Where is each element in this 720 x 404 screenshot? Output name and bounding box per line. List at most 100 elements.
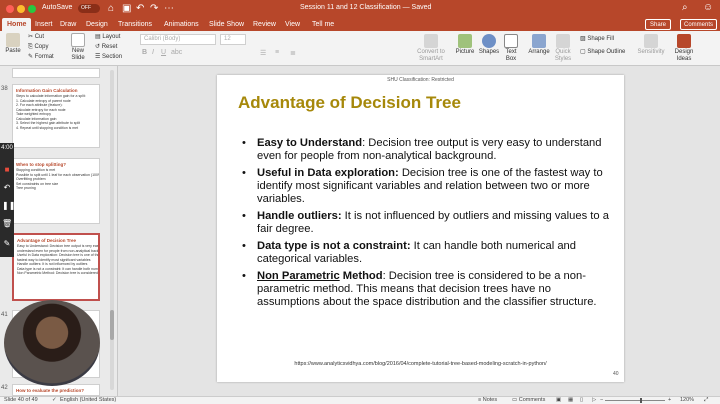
zoom-level[interactable]: 120% xyxy=(680,397,694,404)
record-stop-icon[interactable]: ■ xyxy=(2,165,12,175)
status-bar: Slide 40 of 49 ✓ English (United States)… xyxy=(0,396,720,404)
slide-title[interactable]: Advantage of Decision Tree xyxy=(238,93,461,113)
italic-button[interactable]: I xyxy=(152,49,154,56)
arrange-button[interactable]: Arrange xyxy=(527,34,551,56)
classification-label: SHU Classification: Restricted xyxy=(387,77,454,83)
cut-label: Cut xyxy=(34,34,45,40)
tab-home[interactable]: Home xyxy=(2,18,32,31)
cut-button[interactable]: ✂ Cut xyxy=(28,33,44,41)
smiley-icon[interactable]: ☺ xyxy=(703,2,713,13)
new-slide-button[interactable]: New Slide xyxy=(66,33,90,62)
bullet-item: Easy to Understand: Decision tree output… xyxy=(239,137,609,163)
bullet-term: Handle outliers: xyxy=(257,210,342,222)
search-icon[interactable]: ⌕ xyxy=(682,2,688,13)
thumbnail-scrollbar[interactable] xyxy=(110,70,114,390)
undo-icon[interactable]: ↶ xyxy=(136,2,144,16)
tab-review[interactable]: Review xyxy=(248,18,281,31)
convert-smartart-button[interactable]: Convert to SmartArt xyxy=(412,34,450,63)
arrange-label: Arrange xyxy=(528,49,550,55)
language-status[interactable]: English (United States) xyxy=(60,397,116,404)
pause-icon[interactable]: ❚❚ xyxy=(2,201,15,211)
zoom-slider[interactable] xyxy=(605,400,665,401)
slide[interactable]: SHU Classification: Restricted Advantage… xyxy=(217,75,624,382)
minimize-window-button[interactable] xyxy=(17,5,25,13)
fit-slide-icon[interactable]: ⤢ xyxy=(704,397,708,404)
thumbnail-line: 4. Repeat until stopping condition is me… xyxy=(16,125,79,130)
zoom-slider-knob[interactable] xyxy=(640,398,642,403)
zoom-out-icon[interactable]: − xyxy=(600,397,603,404)
share-button[interactable]: Share xyxy=(645,19,672,30)
font-size-input[interactable]: 12 xyxy=(220,34,246,45)
autosave-toggle[interactable]: OFF xyxy=(78,4,100,13)
shape-fill-button[interactable]: ▨ Shape Fill xyxy=(580,35,614,43)
shape-outline-label: Shape Outline xyxy=(587,49,626,55)
slide-sorter-icon[interactable]: ▦ xyxy=(568,397,573,404)
strikethrough-button[interactable]: abc xyxy=(171,49,182,56)
normal-view-icon[interactable]: ▣ xyxy=(556,397,561,404)
autosave-label: AutoSave xyxy=(42,4,73,11)
reset-button[interactable]: ↺ Reset xyxy=(95,43,117,51)
bullet-item: Data type is not a constraint: It can ha… xyxy=(239,240,609,266)
save-icon[interactable]: ▣ xyxy=(122,2,131,16)
tab-slide-show[interactable]: Slide Show xyxy=(204,18,249,31)
bullet-list[interactable]: Easy to Understand: Decision tree output… xyxy=(239,137,609,313)
layout-button[interactable]: ▤ Layout xyxy=(95,33,120,41)
tab-tell-me[interactable]: Tell me xyxy=(307,18,339,31)
align-icon[interactable]: ≣ xyxy=(290,49,296,57)
clipboard-icon xyxy=(6,33,20,47)
thumbnail-scroll-thumb[interactable] xyxy=(110,310,114,340)
slide-thumbnail[interactable]: Information Gain Calculation Steps to ca… xyxy=(12,84,100,148)
design-ideas-button[interactable]: Design Ideas xyxy=(672,34,696,63)
shape-outline-button[interactable]: ▢ Shape Outline xyxy=(580,48,625,56)
bullet-term: Useful in Data exploration: xyxy=(257,167,399,179)
home-icon[interactable]: ⌂ xyxy=(108,2,114,16)
shapes-button[interactable]: Shapes xyxy=(478,34,500,56)
tab-draw[interactable]: Draw xyxy=(55,18,81,31)
close-window-button[interactable] xyxy=(6,5,14,13)
text-box-button[interactable]: Text Box xyxy=(502,34,520,63)
reading-view-icon[interactable]: ▯ xyxy=(580,397,583,404)
copy-button[interactable]: ⎘ Copy xyxy=(28,43,48,51)
format-painter-button[interactable]: ✎ Format xyxy=(28,53,54,61)
more-icon[interactable]: ⋯ xyxy=(164,2,174,16)
section-button[interactable]: ☰ Section xyxy=(95,53,122,61)
zoom-in-icon[interactable]: + xyxy=(668,397,671,404)
tab-view[interactable]: View xyxy=(280,18,305,31)
tab-insert[interactable]: Insert xyxy=(30,18,58,31)
slide-thumbnail[interactable] xyxy=(12,68,100,78)
section-label: Section xyxy=(102,54,123,60)
slide-thumbnail-selected[interactable]: Advantage of Decision Tree Easy to Under… xyxy=(12,233,100,301)
thumbnail-line: Tree pruning xyxy=(16,186,36,190)
bold-button[interactable]: B xyxy=(142,49,147,56)
undo-annotation-icon[interactable]: ↶ xyxy=(2,183,12,193)
slide-thumbnail[interactable]: When to stop splitting? Stopping conditi… xyxy=(12,158,100,224)
bullets-icon[interactable]: ☰ xyxy=(260,49,266,57)
design-ideas-label: Design Ideas xyxy=(674,49,694,62)
tab-animations[interactable]: Animations xyxy=(159,18,204,31)
delete-icon[interactable]: 🗑 xyxy=(2,219,12,229)
redo-icon[interactable]: ↷ xyxy=(150,2,158,16)
thumbnail-title: How to evaluate the prediction? xyxy=(16,388,85,393)
zoom-window-button[interactable] xyxy=(28,5,36,13)
paste-button[interactable]: Paste xyxy=(3,33,23,55)
shape-fill-label: Shape Fill xyxy=(587,36,615,42)
bullet-item: Useful in Data exploration: Decision tre… xyxy=(239,167,609,206)
pen-icon[interactable]: ✎ xyxy=(2,239,12,249)
slide-number: 42 xyxy=(1,385,8,391)
comments-button[interactable]: Comments xyxy=(680,19,718,30)
underline-button[interactable]: U xyxy=(161,49,166,56)
comments-status-button[interactable]: ▭ Comments xyxy=(512,397,545,404)
picture-label: Picture xyxy=(455,49,475,55)
tab-design[interactable]: Design xyxy=(81,18,113,31)
bullet-term: Non Parametric xyxy=(257,270,340,282)
notes-button[interactable]: ≡ Notes xyxy=(478,397,497,404)
quick-styles-button[interactable]: Quick Styles xyxy=(553,34,573,63)
proofing-icon[interactable]: ✓ xyxy=(52,397,57,404)
slideshow-icon[interactable]: ▷ xyxy=(592,397,596,404)
sensitivity-button[interactable]: Sensitivity xyxy=(636,34,666,56)
picture-button[interactable]: Picture xyxy=(455,34,475,56)
numbering-icon[interactable]: ≡ xyxy=(275,49,279,56)
tab-transitions[interactable]: Transitions xyxy=(113,18,157,31)
font-name-input[interactable]: Calibri (Body) xyxy=(140,34,216,45)
recording-timer: 4:00 xyxy=(1,145,13,151)
